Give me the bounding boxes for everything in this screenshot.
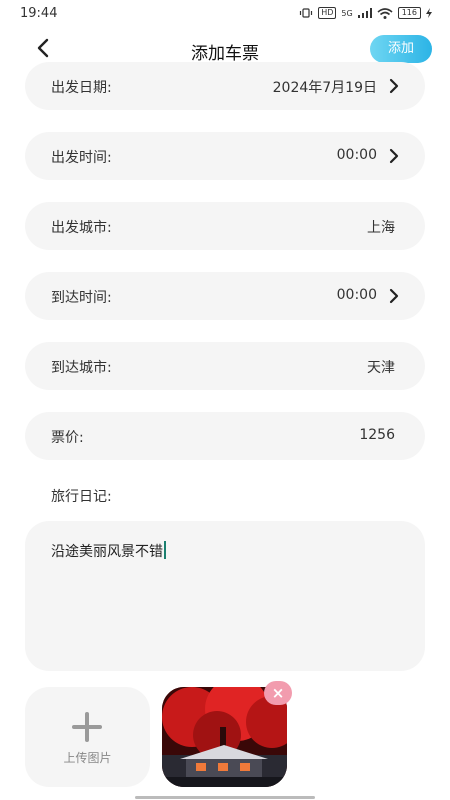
diary-text: 沿途美丽风景不错 (51, 541, 166, 561)
arrival-city-field[interactable]: 到达城市: 天津 (25, 342, 425, 390)
upload-label: 上传图片 (63, 751, 112, 765)
arrival-city-value: 天津 (367, 360, 395, 376)
text-caret (164, 541, 166, 559)
departure-time-value: 00:00 (336, 147, 377, 163)
vibrate-icon (300, 8, 313, 18)
battery-indicator: 116 (397, 7, 421, 19)
upload-image-button[interactable]: 上传图片 (25, 687, 150, 787)
price-value: 1256 (359, 427, 395, 443)
chevron-right-icon (389, 288, 399, 304)
charging-icon (426, 8, 432, 18)
add-button[interactable]: 添加 (370, 35, 432, 63)
status-icons: HD 5G 116 (299, 7, 432, 19)
departure-date-field[interactable]: 出发日期: 2024年7月19日 (25, 62, 425, 110)
diary-label: 旅行日记: (51, 489, 112, 505)
arrival-time-label: 到达时间: (51, 290, 112, 306)
departure-city-label: 出发城市: (51, 220, 112, 236)
status-bar: 19:44 HD 5G 116 (0, 0, 450, 28)
close-icon[interactable]: × (264, 681, 292, 705)
arrival-time-field[interactable]: 到达时间: 00:00 (25, 272, 425, 320)
wifi-icon (377, 7, 393, 19)
diary-content: 沿途美丽风景不错 (51, 544, 163, 560)
signal-icon (357, 8, 372, 18)
departure-date-value: 2024年7月19日 (272, 80, 377, 96)
arrival-city-label: 到达城市: (51, 360, 112, 376)
departure-date-label: 出发日期: (51, 80, 112, 96)
departure-time-field[interactable]: 出发时间: 00:00 (25, 132, 425, 180)
status-time: 19:44 (20, 6, 58, 21)
departure-city-field[interactable]: 出发城市: 上海 (25, 202, 425, 250)
arrival-time-value: 00:00 (336, 287, 377, 303)
diary-textarea[interactable]: 沿途美丽风景不错 (25, 521, 425, 671)
hd-badge: HD (318, 7, 337, 19)
chevron-right-icon (389, 78, 399, 94)
chevron-right-icon (389, 148, 399, 164)
departure-time-label: 出发时间: (51, 150, 112, 166)
network-label: 5G (341, 8, 353, 18)
plus-icon (72, 712, 102, 742)
price-label: 票价: (51, 430, 84, 446)
home-indicator (135, 796, 315, 799)
departure-city-value: 上海 (367, 220, 395, 236)
price-field[interactable]: 票价: 1256 (25, 412, 425, 460)
